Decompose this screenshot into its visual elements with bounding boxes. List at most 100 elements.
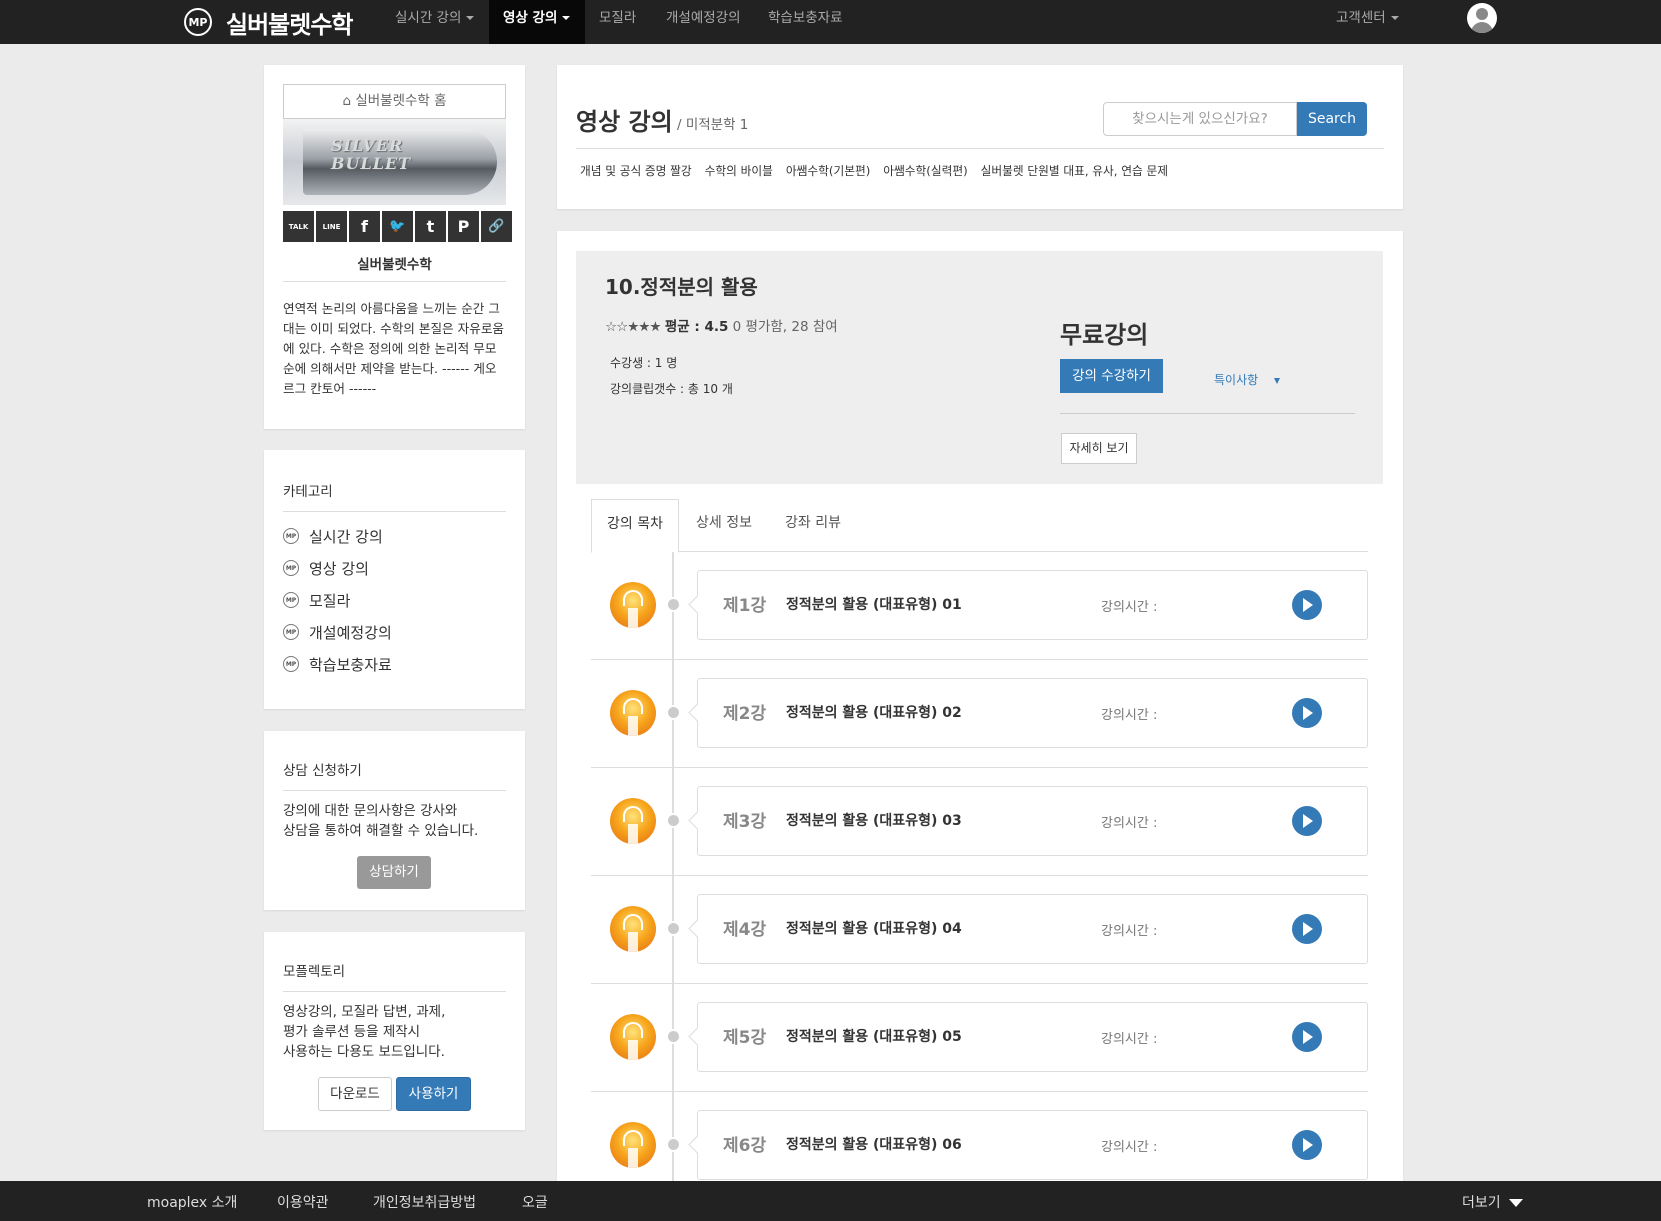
play-icon[interactable]: [1292, 698, 1322, 728]
lesson-title: 정적분의 활용 (대표유형) 06: [786, 1137, 962, 1153]
lesson-card[interactable]: 제3강 정적분의 활용 (대표유형) 03 강의시간 :: [697, 786, 1368, 856]
footer-link-misc[interactable]: 오글: [522, 1181, 548, 1221]
lesson-duration: 강의시간 :: [1101, 924, 1158, 939]
lesson-number: 제5강: [723, 1028, 767, 1048]
divider: [1060, 413, 1355, 414]
lesson-title: 정적분의 활용 (대표유형) 01: [786, 597, 962, 613]
timeline-dot: [666, 705, 681, 720]
play-icon[interactable]: [1292, 914, 1322, 944]
use-button[interactable]: 사용하기: [396, 1077, 471, 1111]
nav-item-video-lecture[interactable]: 영상 강의: [489, 0, 585, 44]
share-buttons: TALK LINE f 🐦 t P 🔗: [283, 211, 512, 242]
line-icon[interactable]: LINE: [316, 211, 347, 242]
nav-item-mozilla[interactable]: 모질라: [585, 0, 650, 44]
category-item[interactable]: MP 개설예정강의: [283, 616, 392, 648]
search-input[interactable]: 찾으시는게 있으신가요?: [1103, 102, 1297, 136]
lesson-card[interactable]: 제5강 정적분의 활용 (대표유형) 05 강의시간 :: [697, 1002, 1368, 1072]
lesson-title: 정적분의 활용 (대표유형) 05: [786, 1029, 962, 1045]
category-item[interactable]: MP 학습보충자료: [283, 648, 392, 680]
link-icon[interactable]: 🔗: [481, 211, 512, 242]
sub-link[interactable]: 실버불렛 단원별 대표, 유사, 연습 문제: [981, 162, 1168, 179]
footer-more-button[interactable]: 더보기: [1462, 1181, 1523, 1221]
lesson-row: 제6강 정적분의 활용 (대표유형) 06 강의시간 :: [591, 1092, 1368, 1181]
tab-details[interactable]: 상세 정보: [681, 499, 767, 552]
sub-category-links: 개념 및 공식 증명 짤강 수학의 바이블 아쌤수학(기본편) 아쌤수학(실력편…: [580, 162, 1168, 179]
lesson-row: 제4강 정적분의 활용 (대표유형) 04 강의시간 :: [591, 876, 1368, 984]
category-label: 학습보충자료: [309, 655, 392, 674]
play-icon[interactable]: [1292, 1022, 1322, 1052]
lesson-card[interactable]: 제2강 정적분의 활용 (대표유형) 02 강의시간 :: [697, 678, 1368, 748]
course-title: 10.정적분의 활용: [605, 275, 758, 299]
footer-link-about[interactable]: moaplex 소개: [147, 1181, 237, 1221]
header-panel: 영상 강의 / 미적분학 1 찾으시는게 있으신가요? Search 개념 및 …: [557, 65, 1403, 209]
home-icon: ⌂: [342, 93, 356, 109]
sub-link[interactable]: 개념 및 공식 증명 짤강: [580, 162, 692, 179]
course-info: 10.정적분의 활용 ☆☆★★★ 평균 : 4.5 0 평가함, 28 참여 수…: [576, 251, 1383, 484]
search-button[interactable]: Search: [1297, 102, 1367, 136]
sub-link[interactable]: 아쌤수학(기본편): [786, 162, 870, 179]
tab-reviews[interactable]: 강좌 리뷰: [770, 499, 856, 552]
brand[interactable]: MP 실버불렛수학: [184, 4, 353, 40]
nav-item-supplementary[interactable]: 학습보충자료: [754, 0, 857, 44]
student-count: 수강생 : 1 명: [610, 356, 678, 370]
lesson-thumbnail-icon: [610, 690, 656, 736]
lesson-number: 제6강: [723, 1136, 767, 1156]
lesson-duration: 강의시간 :: [1101, 816, 1158, 831]
lesson-number: 제2강: [723, 704, 767, 724]
lesson-number: 제1강: [723, 596, 767, 616]
category-label: 실시간 강의: [309, 527, 383, 546]
footer-link-terms[interactable]: 이용약관: [277, 1181, 329, 1221]
category-label: 개설예정강의: [309, 623, 392, 642]
caret-down-icon: [562, 16, 571, 20]
sub-link[interactable]: 아쌤수학(실력편): [883, 162, 967, 179]
breadcrumb: / 미적분학 1: [677, 117, 749, 133]
sub-link[interactable]: 수학의 바이블: [705, 162, 773, 179]
special-notes-toggle[interactable]: 특이사항: [1214, 371, 1281, 388]
nav-item-live-lecture[interactable]: 실시간 강의: [381, 0, 488, 44]
divider: [576, 148, 1384, 149]
lesson-row: 제3강 정적분의 활용 (대표유형) 03 강의시간 :: [591, 768, 1368, 876]
pinterest-icon[interactable]: P: [448, 211, 479, 242]
play-icon[interactable]: [1292, 806, 1322, 836]
facebook-icon[interactable]: f: [349, 211, 380, 242]
mp-logo-icon: MP: [283, 528, 299, 544]
footer-more-label: 더보기: [1462, 1195, 1501, 1211]
category-item[interactable]: MP 영상 강의: [283, 552, 392, 584]
mp-logo-icon: MP: [283, 560, 299, 576]
moplectory-title: 모플렉토리: [283, 960, 506, 992]
tab-lecture-list[interactable]: 강의 목차: [591, 499, 679, 553]
consult-text: 강의에 대한 문의사항은 강사와 상담을 통하여 해결할 수 있습니다.: [283, 801, 478, 841]
lesson-thumbnail-icon: [610, 798, 656, 844]
category-item[interactable]: MP 모질라: [283, 584, 392, 616]
category-panel: 카테고리 MP 실시간 강의 MP 영상 강의 MP 모질라 MP 개설예정강의 MP 학…: [264, 450, 525, 709]
tumblr-icon[interactable]: t: [415, 211, 446, 242]
page-title: 영상 강의: [576, 108, 673, 136]
rating-average: 평균 : 4.5: [664, 319, 729, 335]
profile-panel: ⌂ 실버불렛수학 홈 SILVER BULLET TALK LINE f 🐦 t …: [264, 65, 525, 429]
consult-button[interactable]: 상담하기: [357, 856, 431, 889]
home-button[interactable]: ⌂ 실버불렛수학 홈: [283, 84, 506, 119]
lesson-card[interactable]: 제1강 정적분의 활용 (대표유형) 01 강의시간 :: [697, 570, 1368, 640]
category-item[interactable]: MP 실시간 강의: [283, 520, 392, 552]
category-label: 모질라: [309, 591, 351, 610]
footer-link-privacy[interactable]: 개인정보취급방법: [373, 1181, 476, 1221]
top-navbar: MP 실버불렛수학 실시간 강의 영상 강의 모질라 개설예정강의 학습보충자료…: [0, 0, 1661, 44]
detail-button[interactable]: 자세히 보기: [1061, 433, 1137, 464]
banner-text: BULLET: [331, 154, 412, 173]
twitter-icon[interactable]: 🐦: [382, 211, 413, 242]
consult-line: 강의에 대한 문의사항은 강사와: [283, 803, 458, 819]
category-label: 영상 강의: [309, 559, 369, 578]
user-avatar[interactable]: [1467, 3, 1497, 33]
nav-item-support[interactable]: 고객센터: [1322, 0, 1413, 44]
mp-logo-icon: MP: [283, 592, 299, 608]
play-icon[interactable]: [1292, 1130, 1322, 1160]
enroll-button[interactable]: 강의 수강하기: [1060, 359, 1163, 393]
nav-item-upcoming[interactable]: 개설예정강의: [652, 0, 755, 44]
lesson-card[interactable]: 제6강 정적분의 활용 (대표유형) 06 강의시간 :: [697, 1110, 1368, 1180]
kakaotalk-icon[interactable]: TALK: [283, 211, 314, 242]
play-icon[interactable]: [1292, 590, 1322, 620]
lesson-duration: 강의시간 :: [1101, 708, 1158, 723]
lesson-card[interactable]: 제4강 정적분의 활용 (대표유형) 04 강의시간 :: [697, 894, 1368, 964]
download-button[interactable]: 다운로드: [318, 1077, 392, 1111]
lesson-title: 정적분의 활용 (대표유형) 03: [786, 813, 962, 829]
